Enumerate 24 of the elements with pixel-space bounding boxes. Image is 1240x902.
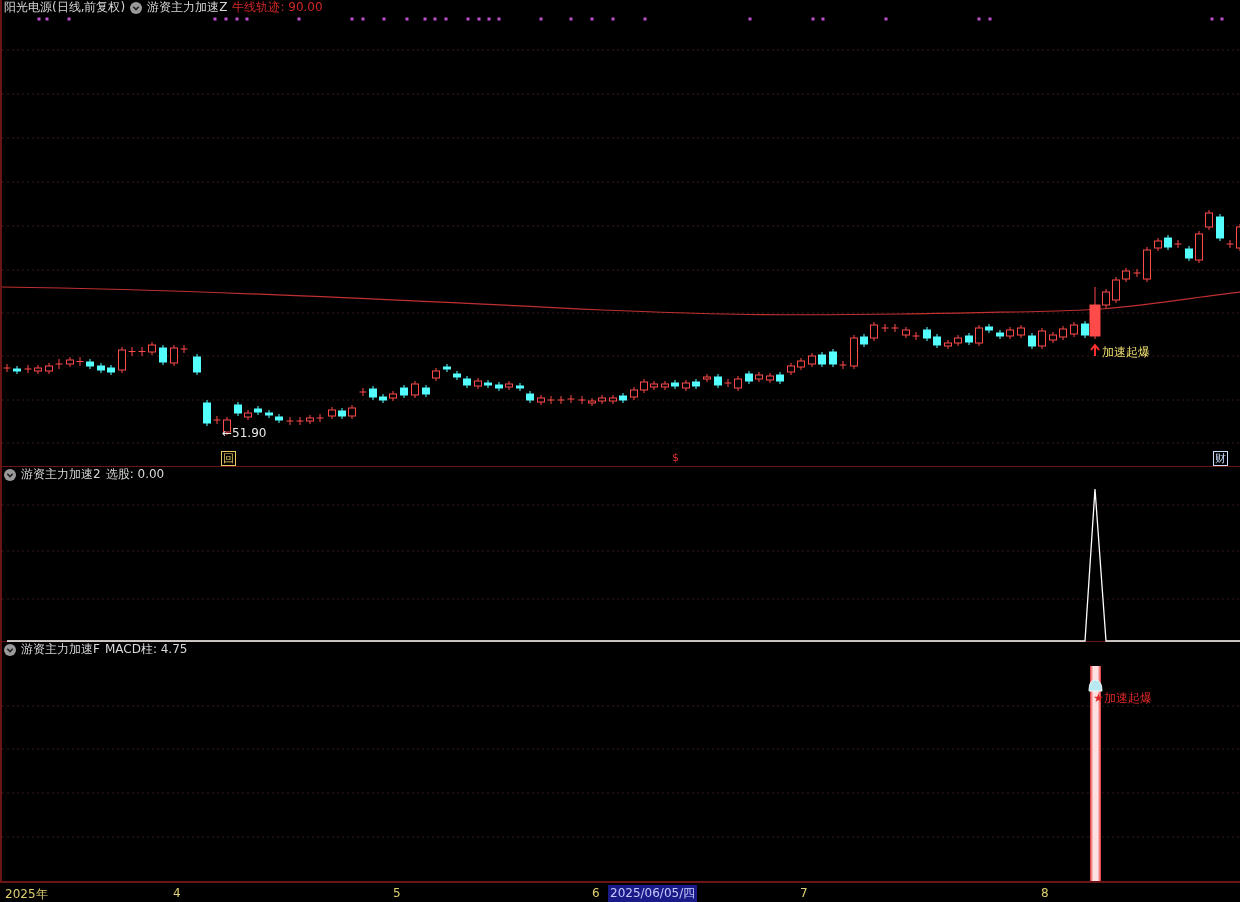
stock-title: 阳光电源(日线,前复权) bbox=[4, 0, 126, 16]
indicator-name: 游资主力加速F bbox=[21, 641, 100, 658]
up-arrow-icon bbox=[1090, 343, 1100, 357]
event-marker[interactable]: 财 bbox=[1213, 451, 1228, 466]
event-marker[interactable]: 回 bbox=[221, 451, 236, 466]
axis-label: 7 bbox=[800, 886, 808, 900]
low-price-label: ←51.90 bbox=[222, 426, 267, 440]
indicator-name: 游资主力加速Z bbox=[147, 0, 228, 16]
dropdown-icon[interactable] bbox=[4, 468, 16, 481]
dropdown-icon[interactable] bbox=[130, 1, 143, 14]
indicator-reading: MACD柱: 4.75 bbox=[104, 641, 188, 658]
event-marker[interactable]: $ bbox=[671, 451, 680, 464]
axis-label: 4 bbox=[173, 886, 181, 900]
indicator-name: 游资主力加速2 bbox=[21, 466, 101, 483]
axis-label: 6 bbox=[592, 886, 600, 900]
signal-label: ★加速起爆 bbox=[1093, 690, 1152, 707]
signal-label: 加速起爆 bbox=[1102, 344, 1150, 361]
axis-label: 2025/06/05/四 bbox=[608, 885, 698, 902]
axis-label: 2025年 bbox=[5, 886, 48, 902]
indicator-reading: 选股: 0.00 bbox=[105, 466, 165, 483]
dropdown-icon[interactable] bbox=[4, 643, 16, 656]
axis-label: 8 bbox=[1041, 886, 1049, 900]
indicator-reading: 牛线轨迹: 90.00 bbox=[232, 0, 323, 16]
axis-label: 5 bbox=[393, 886, 401, 900]
